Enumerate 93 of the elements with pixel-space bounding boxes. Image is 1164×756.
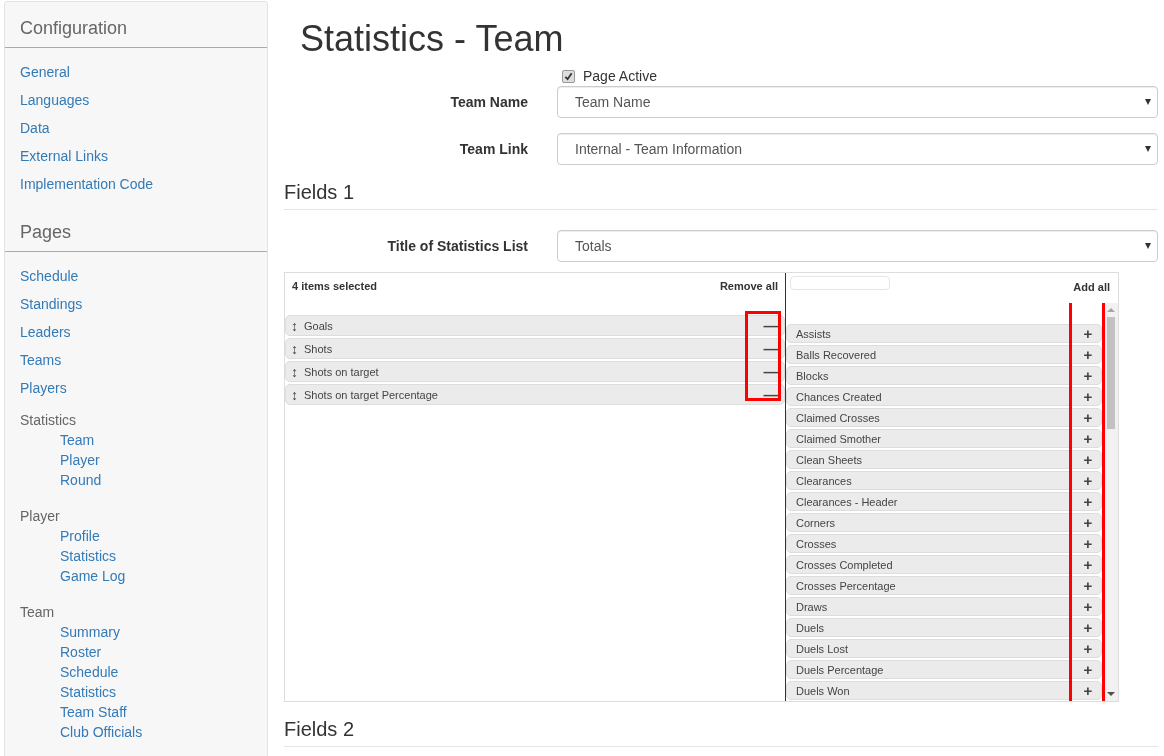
remove-button[interactable]: — [758, 340, 784, 357]
caret-icon [1145, 99, 1151, 105]
add-button[interactable]: + [1075, 577, 1101, 594]
list-item[interactable]: Clearances + [786, 471, 1102, 490]
sidebar-heading: Configuration [5, 2, 267, 48]
list-item[interactable]: Duels Lost + [786, 639, 1102, 658]
sidebar-link[interactable]: General [20, 58, 252, 86]
list-item[interactable]: ↕ Shots — [285, 338, 785, 359]
sidebar-link[interactable]: Schedule [20, 262, 252, 290]
section-heading: Fields 1 [284, 181, 1158, 210]
list-item[interactable]: Balls Recovered + [786, 345, 1102, 364]
remove-button[interactable]: — [758, 386, 784, 403]
sidebar-group-label: Player [20, 507, 61, 526]
field-label: Title of Statistics List [386, 238, 529, 254]
list-item[interactable]: Duels Won + [786, 681, 1102, 700]
add-button[interactable]: + [1075, 598, 1101, 615]
caret-icon [1145, 146, 1151, 152]
add-button[interactable]: + [1075, 430, 1101, 447]
remove-button[interactable]: — [758, 317, 784, 334]
select-field[interactable]: Totals [557, 230, 1158, 262]
field-label: Team Link [458, 141, 529, 157]
select-field[interactable]: Internal - Team Information [557, 133, 1158, 165]
list-item[interactable]: Clean Sheets + [786, 450, 1102, 469]
list-item[interactable]: Crosses Percentage + [786, 576, 1102, 595]
filter-field[interactable] [790, 276, 890, 290]
list-item[interactable]: Claimed Smother + [786, 429, 1102, 448]
list-item[interactable]: Chances Created + [786, 387, 1102, 406]
sidebar-link[interactable]: Profile [20, 526, 252, 546]
sidebar-group-label: Statistics [20, 411, 77, 430]
add-button[interactable]: + [1075, 661, 1101, 678]
select-field[interactable]: Team Name [557, 86, 1158, 118]
add-button[interactable]: + [1075, 556, 1101, 573]
list-item[interactable]: Assists + [786, 324, 1102, 343]
checkbox[interactable] [562, 69, 575, 83]
drag-handle-icon[interactable]: ↕ [291, 318, 298, 333]
add-button[interactable]: + [1075, 388, 1101, 405]
list-item[interactable]: Corners + [786, 513, 1102, 532]
sidebar-link[interactable]: Players [20, 374, 252, 402]
sidebar-link[interactable]: Teams [20, 346, 252, 374]
sidebar-link[interactable]: Team [20, 430, 252, 450]
list-item[interactable]: Duels + [786, 618, 1102, 637]
add-button[interactable]: + [1075, 535, 1101, 552]
page-title: Statistics - Team [300, 18, 565, 60]
add-button[interactable]: + [1075, 451, 1101, 468]
add-button[interactable]: + [1075, 682, 1101, 699]
field-label: Team Name [449, 94, 529, 110]
sidebar-link[interactable]: Team Staff [20, 702, 252, 722]
caret-icon [1145, 243, 1151, 249]
sidebar-link[interactable]: Data [20, 114, 252, 142]
add-button[interactable]: + [1075, 367, 1101, 384]
sidebar-heading: Pages [5, 206, 267, 252]
add-button[interactable]: + [1075, 409, 1101, 426]
list-item[interactable]: Crosses + [786, 534, 1102, 553]
sidebar-link[interactable]: Summary [20, 622, 252, 642]
drag-handle-icon[interactable]: ↕ [291, 387, 298, 402]
list-item[interactable]: Claimed Crosses + [786, 408, 1102, 427]
sidebar-link[interactable]: Round [20, 470, 252, 490]
add-button[interactable]: + [1075, 346, 1101, 363]
section-heading: Fields 2 [284, 718, 1158, 747]
sidebar-link[interactable]: Player [20, 450, 252, 470]
sidebar-link[interactable]: Club Officials [20, 722, 252, 742]
list-item[interactable]: Clearances - Header + [786, 492, 1102, 511]
sidebar-group-label: Team [20, 603, 56, 622]
sidebar-link[interactable]: Statistics [20, 546, 252, 566]
sidebar-link[interactable]: External Links [20, 142, 252, 170]
remove-all-link[interactable]: Remove all [719, 280, 778, 292]
add-all-link[interactable]: Add all [1073, 281, 1110, 293]
add-button[interactable]: + [1075, 472, 1101, 489]
checkbox-label: Page Active [583, 68, 657, 84]
sidebar-link[interactable]: Statistics [20, 682, 252, 702]
selection-count: 4 items selected [292, 280, 377, 292]
list-item[interactable]: Duels Percentage + [786, 660, 1102, 679]
drag-handle-icon[interactable]: ↕ [291, 364, 298, 379]
sidebar-link[interactable]: Implementation Code [20, 170, 252, 198]
list-item[interactable]: ↕ Goals — [285, 315, 785, 336]
list-item[interactable]: ↕ Shots on target Percentage — [285, 384, 785, 405]
list-item[interactable]: Draws + [786, 597, 1102, 616]
sidebar-link[interactable]: Languages [20, 86, 252, 114]
add-button[interactable]: + [1075, 514, 1101, 531]
list-item[interactable]: Crosses Completed + [786, 555, 1102, 574]
remove-button[interactable]: — [758, 363, 784, 380]
sidebar-link[interactable]: Roster [20, 642, 252, 662]
add-button[interactable]: + [1075, 640, 1101, 657]
add-button[interactable]: + [1075, 493, 1101, 510]
drag-handle-icon[interactable]: ↕ [291, 341, 298, 356]
sidebar-link[interactable]: Standings [20, 290, 252, 318]
list-item[interactable]: ↕ Shots on target — [285, 361, 785, 382]
list-item[interactable]: Blocks + [786, 366, 1102, 385]
add-button[interactable]: + [1075, 619, 1101, 636]
add-button[interactable]: + [1075, 325, 1101, 342]
sidebar-link[interactable]: Schedule [20, 662, 252, 682]
sidebar-link[interactable]: Leaders [20, 318, 252, 346]
sidebar-link[interactable]: Game Log [20, 566, 252, 586]
